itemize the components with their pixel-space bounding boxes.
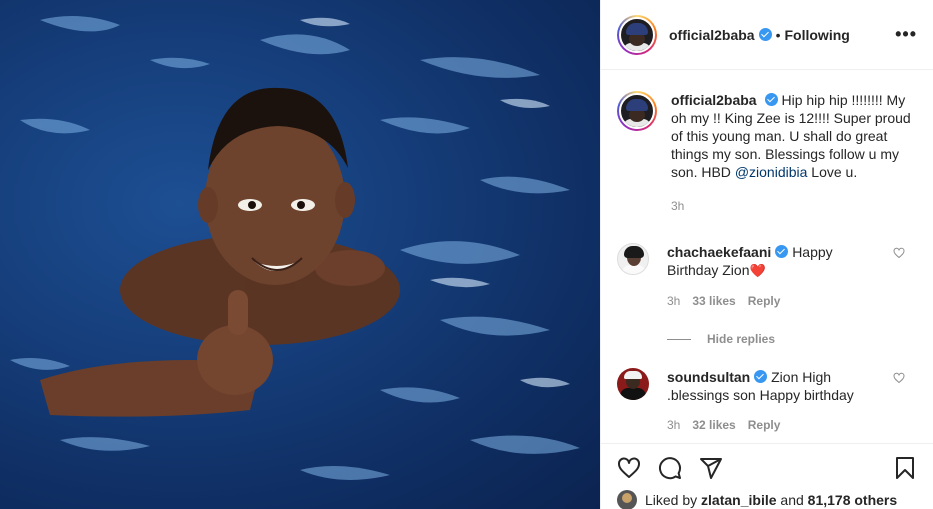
caption-avatar[interactable]: [617, 91, 657, 131]
post-details-panel: official2baba • Following ••• official2b…: [600, 0, 933, 509]
verified-badge-icon: [764, 93, 778, 106]
liked-by-user[interactable]: zlatan_ibile: [701, 492, 776, 508]
separator-dot: •: [775, 26, 781, 43]
post-header: official2baba • Following •••: [601, 0, 933, 70]
author-avatar[interactable]: [617, 14, 657, 55]
bookmark-icon[interactable]: [893, 456, 917, 480]
share-icon[interactable]: [699, 456, 723, 480]
reply-button[interactable]: Reply: [748, 418, 781, 432]
action-icons: [617, 456, 917, 480]
comments-section[interactable]: official2baba Hip hip hip !!!!!!!! My oh…: [601, 71, 933, 443]
like-comment-heart-icon[interactable]: [893, 372, 905, 384]
verified-badge-icon: [754, 370, 768, 383]
comment-likes[interactable]: 32 likes: [692, 418, 735, 432]
commenter-avatar[interactable]: [617, 368, 649, 400]
like-comment-heart-icon[interactable]: [893, 247, 905, 259]
post-actions: Liked by zlatan_ibile and 81,178 others: [601, 443, 933, 509]
comment-time: 3h: [667, 418, 681, 432]
caption-timestamp: 3h: [671, 199, 685, 213]
post-photo[interactable]: [0, 0, 600, 509]
more-options-icon[interactable]: •••: [895, 24, 917, 45]
comment-meta: 3h 33 likes Reply: [667, 294, 917, 308]
comment-item: soundsultan Zion High .blessings son Hap…: [617, 368, 917, 404]
caption-mention-link[interactable]: @zionidibia: [735, 164, 808, 180]
comment-item: chachaekefaani Happy Birthday Zion❤️: [617, 243, 917, 280]
caption-body-end: Love u.: [807, 164, 858, 180]
author-info: official2baba • Following: [669, 27, 850, 43]
heart-icon[interactable]: [617, 456, 641, 480]
heart-emoji: ❤️: [749, 263, 766, 278]
comment-text: chachaekefaani Happy Birthday Zion❤️: [667, 243, 882, 280]
caption-username[interactable]: official2baba: [671, 92, 757, 108]
photo-illustration: [10, 16, 580, 480]
comment-time: 3h: [667, 294, 681, 308]
comment-text: soundsultan Zion High .blessings son Hap…: [667, 368, 882, 404]
reply-button[interactable]: Reply: [748, 294, 781, 308]
comment-likes[interactable]: 33 likes: [692, 294, 735, 308]
caption: official2baba Hip hip hip !!!!!!!! My oh…: [617, 91, 917, 215]
caption-text: official2baba Hip hip hip !!!!!!!! My oh…: [671, 91, 917, 215]
commenter-avatar[interactable]: [617, 243, 649, 275]
hide-replies-line: [667, 338, 691, 340]
liked-by-and: and: [780, 492, 804, 508]
author-username[interactable]: official2baba: [669, 27, 755, 43]
verified-badge-icon: [775, 245, 789, 258]
hide-replies-label: Hide replies: [707, 332, 776, 346]
liked-by-count[interactable]: 81,178 others: [808, 492, 898, 508]
liker-avatar[interactable]: [617, 490, 637, 509]
verified-badge-icon: [758, 28, 772, 41]
comment-meta: 3h 32 likes Reply: [667, 418, 917, 432]
comment-icon[interactable]: [658, 456, 682, 480]
commenter-username[interactable]: soundsultan: [667, 369, 750, 385]
following-button[interactable]: Following: [785, 27, 850, 43]
liked-by-prefix: Liked by: [645, 492, 698, 508]
liked-by: Liked by zlatan_ibile and 81,178 others: [617, 490, 917, 509]
commenter-username[interactable]: chachaekefaani: [667, 244, 771, 260]
hide-replies-button[interactable]: Hide replies: [667, 332, 917, 346]
